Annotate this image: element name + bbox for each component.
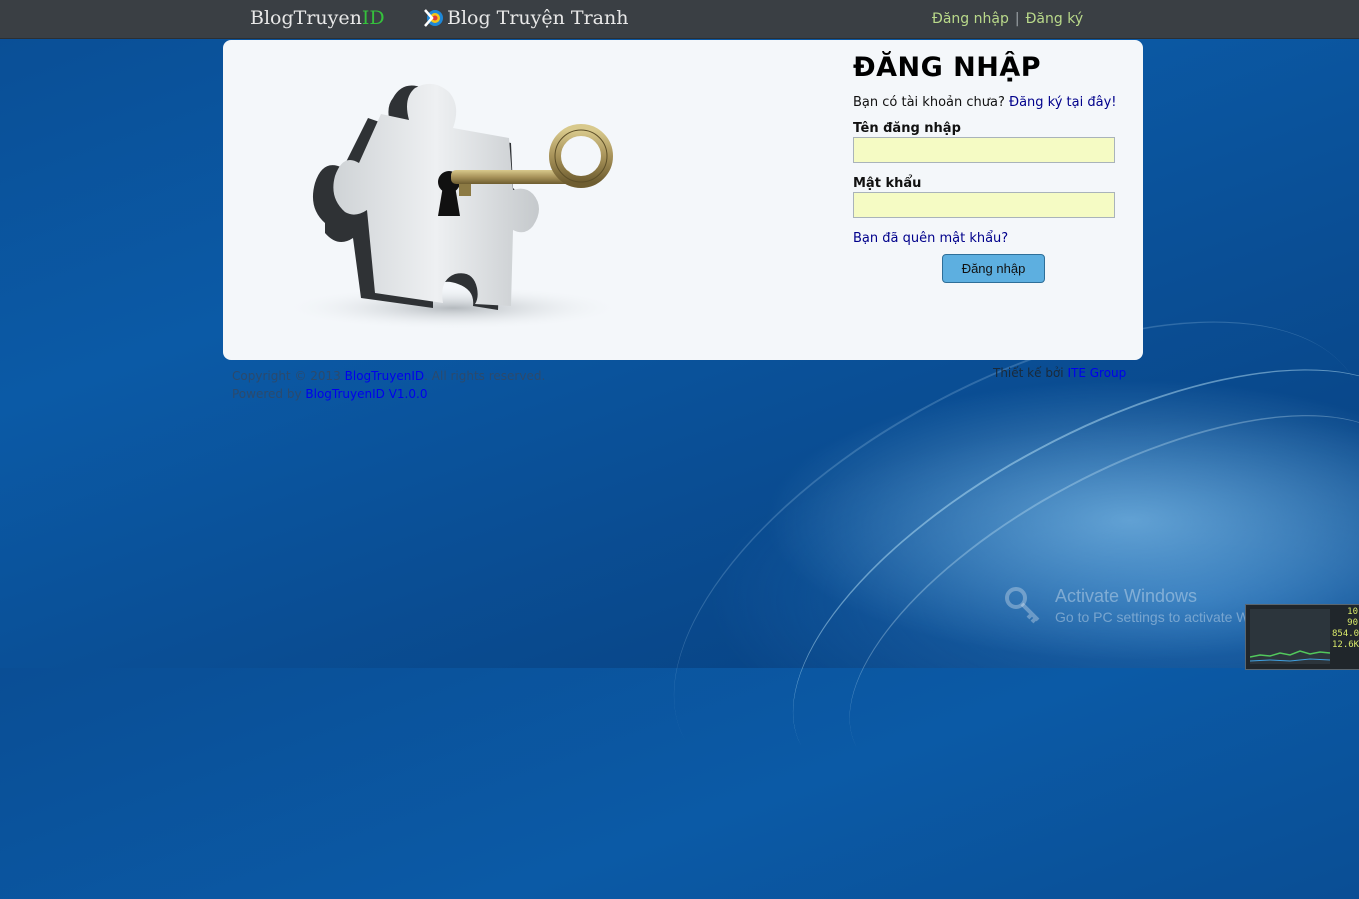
copyright-brand-link[interactable]: BlogTruyenID	[345, 369, 425, 383]
login-title: ĐĂNG NHẬP	[853, 52, 1042, 83]
login-submit-button[interactable]: Đăng nhập	[942, 254, 1045, 283]
brand-name: BlogTruyen	[250, 7, 362, 29]
top-nav-links: Đăng nhập | Đăng ký	[932, 11, 1083, 27]
top-navbar: BlogTruyenID Blog Truyện Tranh Đăng nhập…	[0, 0, 1359, 39]
forgot-password-link[interactable]: Bạn đã quên mật khẩu?	[853, 231, 1133, 246]
username-label: Tên đăng nhập	[853, 121, 961, 136]
system-monitor-widget: 10 90 854.0 12.6K	[1245, 604, 1359, 670]
monitor-value: 90	[1347, 618, 1358, 628]
activation-key-icon	[1004, 586, 1044, 626]
monitor-value: 854.0	[1332, 629, 1359, 639]
brand-id: ID	[361, 7, 385, 29]
password-input[interactable]	[853, 192, 1115, 218]
powered-line: Powered by BlogTruyenID V1.0.0	[232, 385, 545, 403]
copyright-prefix: Copyright © 2013	[232, 369, 341, 383]
login-card: ĐĂNG NHẬP Bạn có tài khoản chưa? Đăng ký…	[223, 40, 1143, 360]
register-prompt: Bạn có tài khoản chưa? Đăng ký tại đây!	[853, 95, 1133, 110]
powered-link[interactable]: BlogTruyenID V1.0.0	[305, 387, 427, 401]
puzzle-key-illustration	[263, 58, 663, 348]
blog-truyen-tranh-link[interactable]: Blog Truyện Tranh	[424, 7, 628, 29]
designed-prefix: Thiết kế bởi	[993, 366, 1064, 380]
nav-separator: |	[1014, 11, 1020, 27]
monitor-value: 10	[1347, 607, 1358, 617]
footer-copyright: Copyright © 2013 BlogTruyenID. All right…	[232, 367, 545, 403]
register-here-link[interactable]: Đăng ký tại đây!	[1009, 95, 1117, 110]
monitor-value: 12.6K	[1332, 640, 1359, 650]
activity-graph	[1250, 609, 1330, 664]
username-input[interactable]	[853, 137, 1115, 163]
brand-logo[interactable]: BlogTruyenID	[250, 7, 385, 29]
nav-login-link[interactable]: Đăng nhập	[932, 11, 1009, 27]
designer-link[interactable]: ITE Group	[1067, 366, 1126, 380]
copyright-line: Copyright © 2013 BlogTruyenID. All right…	[232, 367, 545, 385]
copyright-suffix: . All rights reserved.	[424, 369, 546, 383]
register-question: Bạn có tài khoản chưa?	[853, 95, 1005, 110]
nav-register-link[interactable]: Đăng ký	[1026, 11, 1084, 27]
powered-prefix: Powered by	[232, 387, 302, 401]
footer-designer: Thiết kế bởi ITE Group	[993, 366, 1126, 380]
password-label: Mật khẩu	[853, 176, 922, 191]
monitor-values: 10 90 854.0 12.6K	[1332, 607, 1359, 651]
login-form: ĐĂNG NHẬP Bạn có tài khoản chưa? Đăng ký…	[853, 52, 1133, 283]
blog-truyen-tranh-label: Blog Truyện Tranh	[447, 7, 629, 29]
blog-logo-icon	[424, 8, 444, 28]
